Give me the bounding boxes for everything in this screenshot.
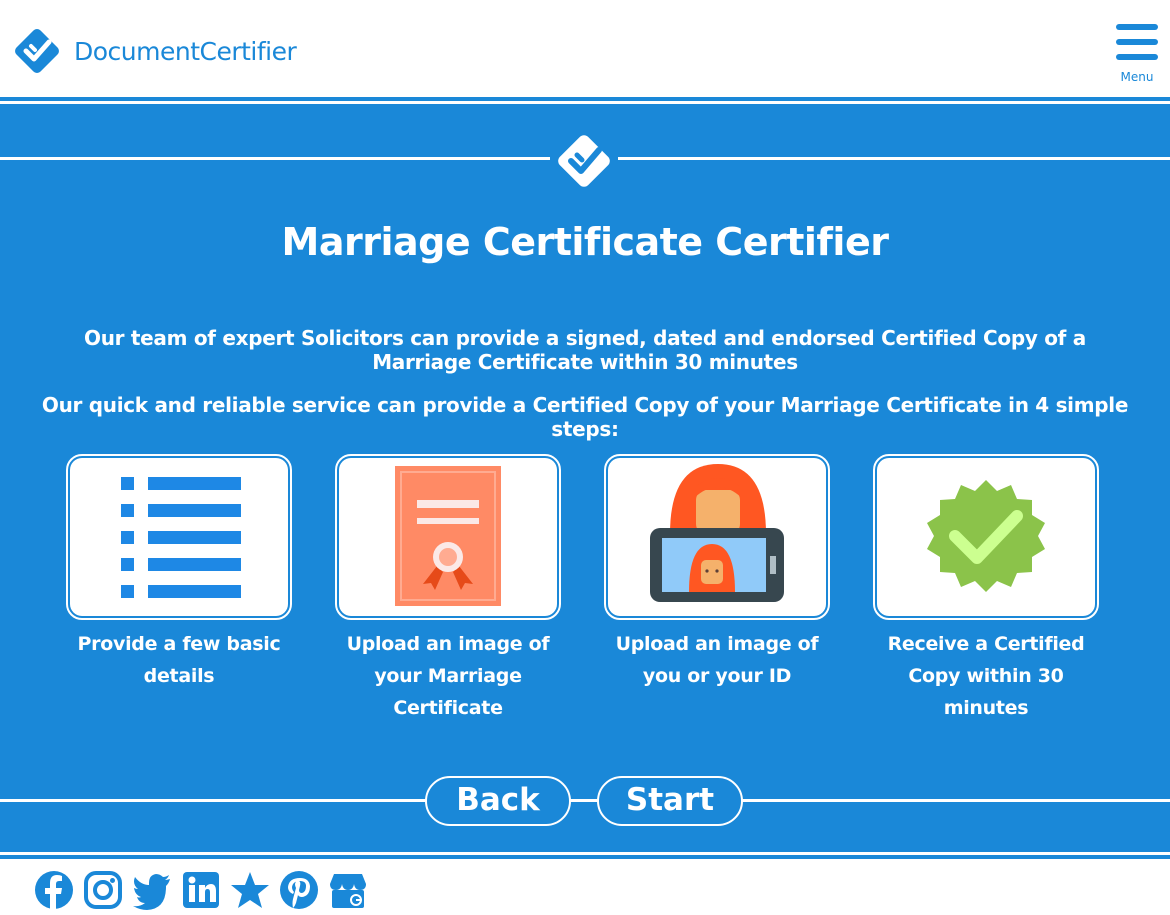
divider-line-left xyxy=(0,799,428,802)
selfie-phone-icon xyxy=(650,464,784,602)
step-card xyxy=(604,454,830,620)
verified-badge-icon xyxy=(927,480,1045,592)
google-business-icon[interactable] xyxy=(328,870,368,910)
linkedin-icon[interactable] xyxy=(181,870,221,910)
facebook-icon[interactable] xyxy=(34,870,74,910)
social-links xyxy=(34,870,377,910)
site-header: DocumentCertifier Menu xyxy=(0,0,1170,96)
hamburger-bar xyxy=(1116,24,1158,30)
logo-check-icon xyxy=(15,29,59,73)
step-card xyxy=(335,454,561,620)
logo-link[interactable]: DocumentCertifier xyxy=(12,26,297,76)
back-button[interactable]: Back xyxy=(425,776,571,826)
check-emblem-icon xyxy=(558,135,610,187)
step-2: Upload an image of your Marriage Certifi… xyxy=(335,454,561,724)
hamburger-bar xyxy=(1116,39,1158,45)
page-title: Marriage Certificate Certifier xyxy=(281,220,889,264)
step-4: Receive a Certified Copy within 30 minut… xyxy=(873,454,1099,724)
pinterest-icon[interactable] xyxy=(279,870,319,910)
instagram-icon[interactable] xyxy=(83,870,123,910)
step-label: Upload an image of you or your ID xyxy=(615,633,819,687)
intro-text: Our team of expert Solicitors can provid… xyxy=(84,326,1086,374)
steps-intro-text: Our quick and reliable service can provi… xyxy=(41,393,1129,441)
divider-line-left xyxy=(0,157,550,160)
divider-line-middle xyxy=(568,799,600,802)
hamburger-bar xyxy=(1116,54,1158,60)
hero-section: Marriage Certificate Certifier Our team … xyxy=(0,104,1170,852)
step-3: Upload an image of you or your ID xyxy=(604,454,830,692)
step-1: Provide a few basic details xyxy=(66,454,292,692)
start-button[interactable]: Start xyxy=(597,776,743,826)
step-label: Upload an image of your Marriage Certifi… xyxy=(346,633,550,719)
list-icon xyxy=(121,477,241,598)
divider-line-right xyxy=(740,799,1170,802)
star-icon[interactable] xyxy=(230,870,270,910)
certificate-icon xyxy=(395,466,501,606)
brand-name: DocumentCertifier xyxy=(74,36,297,66)
menu-label: Menu xyxy=(1120,70,1154,84)
step-label: Receive a Certified Copy within 30 minut… xyxy=(887,633,1085,719)
divider-line-right xyxy=(618,157,1170,160)
menu-button[interactable]: Menu xyxy=(1114,24,1160,90)
step-card xyxy=(873,454,1099,620)
footer-divider xyxy=(0,855,1170,859)
twitter-icon[interactable] xyxy=(132,870,172,910)
step-card xyxy=(66,454,292,620)
step-label: Provide a few basic details xyxy=(77,633,281,687)
header-divider xyxy=(0,97,1170,101)
